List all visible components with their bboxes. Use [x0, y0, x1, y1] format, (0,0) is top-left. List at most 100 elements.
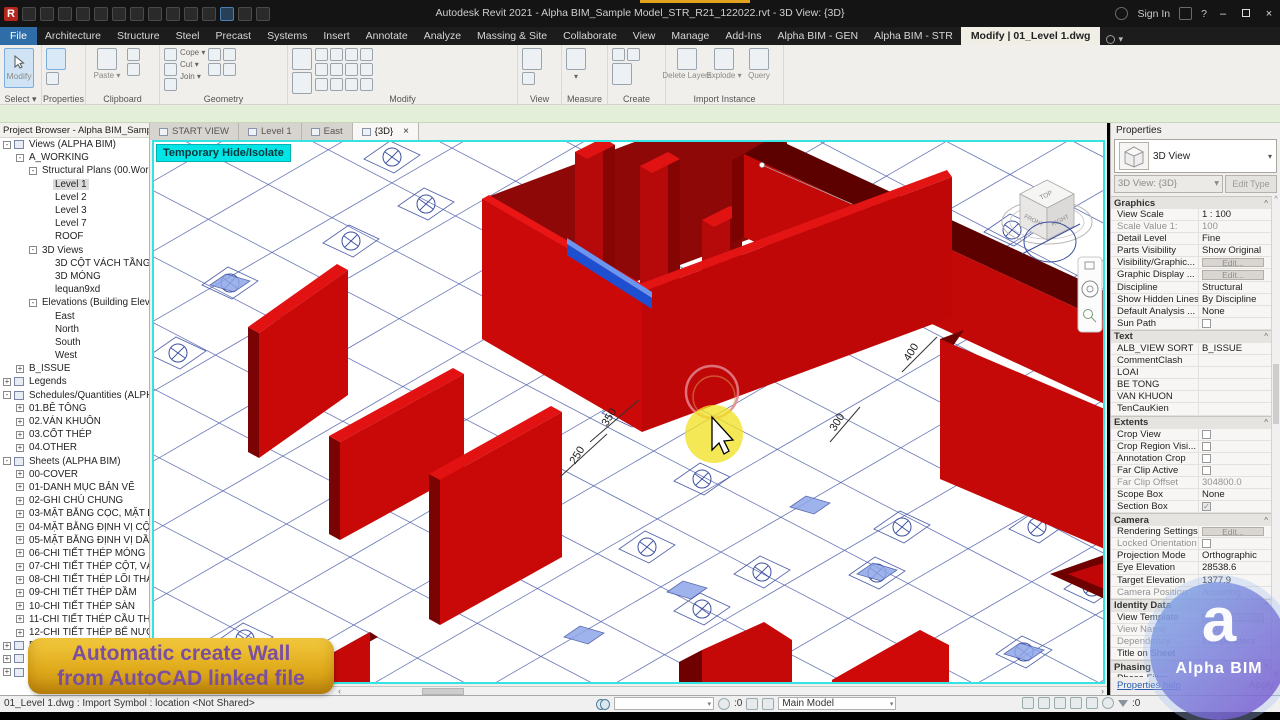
print-icon[interactable] — [130, 6, 144, 21]
tree-item[interactable]: West — [0, 349, 149, 362]
properties-icon[interactable] — [46, 48, 66, 70]
tree-expander[interactable]: + — [16, 509, 24, 518]
tab-manage[interactable]: Manage — [663, 27, 717, 45]
tree-item[interactable]: +01.BÊ TÔNG — [0, 402, 149, 415]
property-value[interactable]: None — [1199, 306, 1271, 317]
tree-item[interactable]: -Structural Plans (00.Working — [0, 164, 149, 177]
tab-alpha-bim-gen[interactable]: Alpha BIM - GEN — [770, 27, 867, 45]
recent-commands-icon[interactable] — [1106, 35, 1116, 44]
minimize-button[interactable]: – — [1216, 8, 1230, 20]
app-logo-icon[interactable]: R — [4, 6, 18, 21]
tab-file[interactable]: File — [0, 27, 37, 45]
tab-precast[interactable]: Precast — [208, 27, 260, 45]
dimension-400[interactable]: 400 — [902, 341, 922, 363]
property-value[interactable]: None — [1199, 489, 1271, 500]
tree-item[interactable]: lequan9xd — [0, 283, 149, 296]
checkbox[interactable] — [1202, 441, 1211, 451]
design-options-icon[interactable] — [746, 697, 759, 710]
worksharing-display-icon[interactable] — [1022, 697, 1034, 709]
background-process-icon[interactable] — [1086, 697, 1098, 709]
tree-item[interactable]: +04-MẶT BẰNG ĐỊNH VỊ CỘT, LÕI — [0, 520, 149, 533]
tree-expander[interactable]: + — [16, 417, 24, 426]
align-icon[interactable] — [315, 48, 328, 61]
checkbox[interactable] — [1202, 429, 1211, 439]
column-marker[interactable] — [563, 625, 605, 645]
offset-icon[interactable] — [330, 48, 343, 61]
array-icon[interactable] — [315, 63, 328, 76]
tree-expander[interactable]: + — [3, 668, 11, 677]
modify-tool-button[interactable]: Modify — [4, 48, 34, 88]
canvas-3d-view[interactable]: 350 250 300 400 TOP FRONT RIGHT Temporar… — [152, 140, 1105, 684]
checkbox[interactable] — [1202, 465, 1211, 475]
tree-expander[interactable]: - — [3, 457, 11, 466]
tab-analyze[interactable]: Analyze — [416, 27, 469, 45]
tree-expander[interactable]: + — [16, 615, 24, 624]
split-icon[interactable] — [330, 78, 343, 91]
join-icon[interactable] — [164, 78, 177, 91]
contextual-tab-extra[interactable]: ▾ — [1100, 34, 1129, 45]
temporary-hide-isolate-badge[interactable]: Temporary Hide/Isolate — [156, 144, 291, 162]
unjoin-icon[interactable] — [208, 63, 222, 76]
collapse-icon[interactable]: ^ — [1264, 199, 1268, 208]
collapse-icon[interactable]: ^ — [1264, 332, 1268, 341]
tree-item[interactable]: ROOF — [0, 230, 149, 243]
tree-expander[interactable]: + — [16, 536, 24, 545]
editable-only-icon[interactable] — [1038, 697, 1050, 709]
filter-icon[interactable] — [1118, 699, 1128, 707]
tree-item[interactable]: +01-DANH MỤC BẢN VẼ — [0, 481, 149, 494]
tab-collaborate[interactable]: Collaborate — [555, 27, 625, 45]
delete-layers-icon[interactable] — [677, 48, 697, 70]
cart-icon[interactable] — [1179, 7, 1193, 20]
tree-expander[interactable]: - — [16, 153, 24, 162]
wall-bottom1-dark[interactable] — [679, 650, 702, 684]
property-value[interactable]: 1 : 100 — [1199, 209, 1271, 220]
undo-icon[interactable] — [94, 6, 108, 21]
property-value[interactable]: Fine — [1199, 233, 1271, 244]
tree-expander[interactable]: + — [16, 443, 24, 452]
tab-add-ins[interactable]: Add-Ins — [717, 27, 769, 45]
tree-item[interactable]: East — [0, 309, 149, 322]
save-icon[interactable] — [58, 6, 72, 21]
tree-item[interactable]: +00-COVER — [0, 468, 149, 481]
thin-lines-icon[interactable] — [220, 6, 234, 21]
cope-icon[interactable] — [164, 48, 177, 61]
tree-item[interactable]: Level 1 — [0, 178, 149, 191]
tree-item[interactable]: +07-CHI TIẾT THÉP CỘT, VÁCH — [0, 560, 149, 573]
view-tab--3d-[interactable]: {3D} × — [352, 123, 420, 140]
wall-bottom1-face[interactable] — [702, 622, 792, 684]
close-view-icon[interactable]: × — [403, 126, 409, 137]
tree-item[interactable]: +03.CỐT THÉP — [0, 428, 149, 441]
column-marker[interactable] — [789, 495, 831, 515]
tree-item[interactable]: Level 2 — [0, 191, 149, 204]
properties-scroll-thumb[interactable] — [1273, 364, 1279, 425]
dimension-300[interactable]: 300 — [828, 411, 848, 433]
property-value[interactable]: B_ISSUE — [1199, 343, 1271, 354]
tab-systems[interactable]: Systems — [259, 27, 315, 45]
tree-item[interactable]: +08-CHI TIẾT THÉP LÕI THANG — [0, 573, 149, 586]
property-value[interactable]: Show Original — [1199, 245, 1271, 256]
file-tab-toggle-icon[interactable] — [22, 6, 36, 21]
project-browser-title[interactable]: Project Browser - Alpha BIM_Sample M... — [0, 123, 149, 138]
tree-expander[interactable]: + — [16, 430, 24, 439]
dimension-250[interactable]: 250 — [568, 444, 588, 466]
property-value[interactable]: Orthographic — [1199, 550, 1271, 561]
tab-massing-site[interactable]: Massing & Site — [469, 27, 555, 45]
column-marker[interactable] — [1003, 642, 1045, 662]
tab-annotate[interactable]: Annotate — [358, 27, 416, 45]
tree-item[interactable]: -Elevations (Building Elevation — [0, 296, 149, 309]
editing-requests-icon[interactable] — [718, 697, 730, 710]
tree-expander[interactable]: + — [16, 562, 24, 571]
create-similar-icon[interactable] — [627, 48, 640, 61]
tree-item[interactable]: Level 3 — [0, 204, 149, 217]
extend-icon[interactable] — [360, 78, 373, 91]
sync-with-central-icon[interactable] — [76, 6, 90, 21]
edit-button[interactable]: Edit... — [1202, 258, 1264, 268]
tab-view[interactable]: View — [625, 27, 664, 45]
paste-icon[interactable] — [97, 48, 117, 70]
type-selector-caret[interactable]: ▾ — [1268, 152, 1276, 161]
tree-item[interactable]: Level 7 — [0, 217, 149, 230]
query-icon[interactable] — [749, 48, 769, 70]
close-hidden-icon[interactable] — [238, 6, 252, 21]
tree-item[interactable]: 3D CỘT VÁCH TẦNG 1 — [0, 257, 149, 270]
tree-item[interactable]: - Views (ALPHA BIM) — [0, 138, 149, 151]
